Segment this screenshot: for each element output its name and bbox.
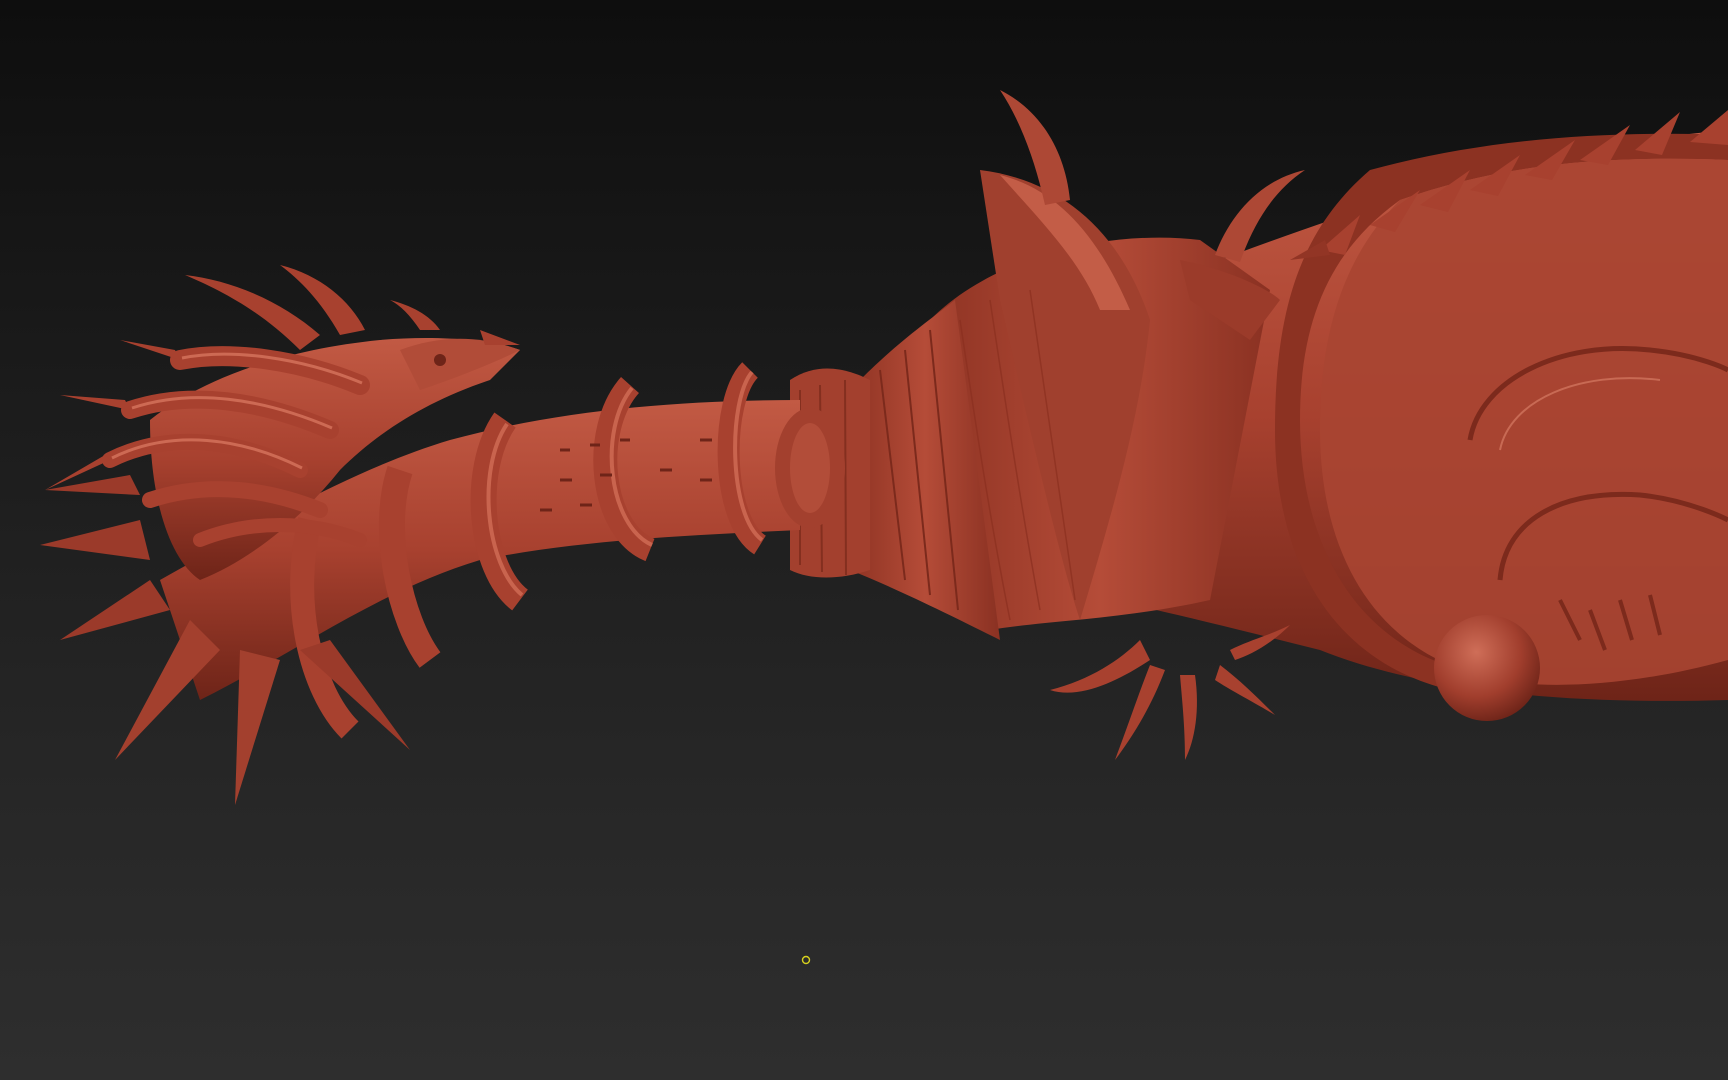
brush-cursor-icon: [801, 955, 811, 965]
sculpt-canvas[interactable]: [0, 0, 1728, 1080]
zbrush-viewport[interactable]: [0, 0, 1728, 1080]
